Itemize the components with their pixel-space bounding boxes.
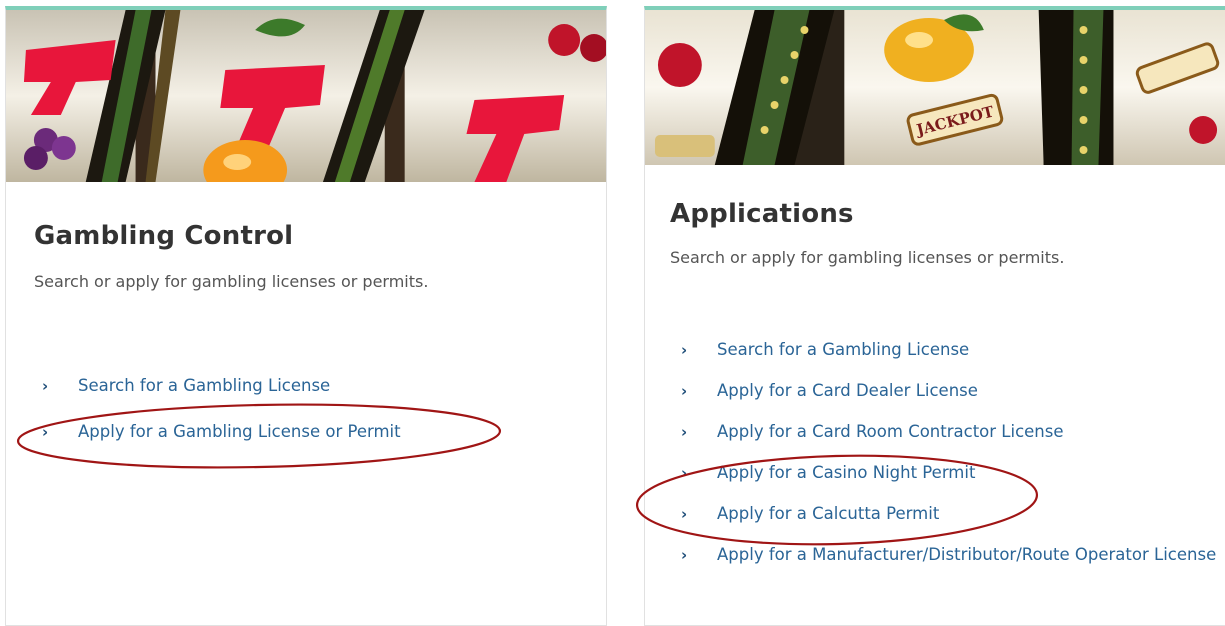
link-label[interactable]: Apply for a Calcutta Permit: [717, 502, 1221, 526]
card-description: Search or apply for gambling licenses or…: [34, 272, 429, 291]
link-label[interactable]: Apply for a Card Dealer License: [717, 379, 1221, 403]
search-gambling-license-link[interactable]: › Search for a Gambling License: [42, 374, 582, 420]
apply-gambling-license-or-permit-link[interactable]: › Apply for a Gambling License or Permit: [42, 420, 582, 466]
card-title: Applications: [670, 199, 854, 229]
search-gambling-license-link[interactable]: › Search for a Gambling License: [681, 338, 1221, 379]
apply-manufacturer-distributor-route-operator-license-link[interactable]: › Apply for a Manufacturer/Distributor/R…: [681, 543, 1221, 603]
link-label[interactable]: Apply for a Gambling License or Permit: [78, 420, 582, 444]
applications-card: JACKPOT Applications Search or apply for…: [644, 6, 1225, 626]
chevron-right-icon: ›: [681, 546, 688, 564]
link-label[interactable]: Apply for a Casino Night Permit: [717, 461, 1221, 485]
apply-card-room-contractor-license-link[interactable]: › Apply for a Card Room Contractor Licen…: [681, 420, 1221, 461]
applications-links: › Search for a Gambling License › Apply …: [681, 338, 1221, 603]
apply-calcutta-permit-link[interactable]: › Apply for a Calcutta Permit: [681, 502, 1221, 543]
gambling-control-links: › Search for a Gambling License › Apply …: [42, 374, 582, 466]
slot-machine-jackpot-image: JACKPOT: [645, 10, 1225, 165]
link-label[interactable]: Apply for a Manufacturer/Distributor/Rou…: [717, 543, 1221, 567]
chevron-right-icon: ›: [681, 341, 688, 359]
chevron-right-icon: ›: [681, 505, 688, 523]
slot-machine-777-image: [6, 10, 606, 182]
gambling-control-card: Gambling Control Search or apply for gam…: [5, 6, 607, 626]
link-label[interactable]: Search for a Gambling License: [78, 374, 582, 398]
chevron-right-icon: ›: [42, 423, 49, 441]
apply-card-dealer-license-link[interactable]: › Apply for a Card Dealer License: [681, 379, 1221, 420]
link-label[interactable]: Apply for a Card Room Contractor License: [717, 420, 1221, 444]
card-description: Search or apply for gambling licenses or…: [670, 248, 1065, 267]
apply-casino-night-permit-link[interactable]: › Apply for a Casino Night Permit: [681, 461, 1221, 502]
link-label[interactable]: Search for a Gambling License: [717, 338, 1221, 362]
chevron-right-icon: ›: [681, 423, 688, 441]
chevron-right-icon: ›: [681, 382, 688, 400]
card-title: Gambling Control: [34, 221, 294, 251]
chevron-right-icon: ›: [42, 377, 49, 395]
chevron-right-icon: ›: [681, 464, 688, 482]
